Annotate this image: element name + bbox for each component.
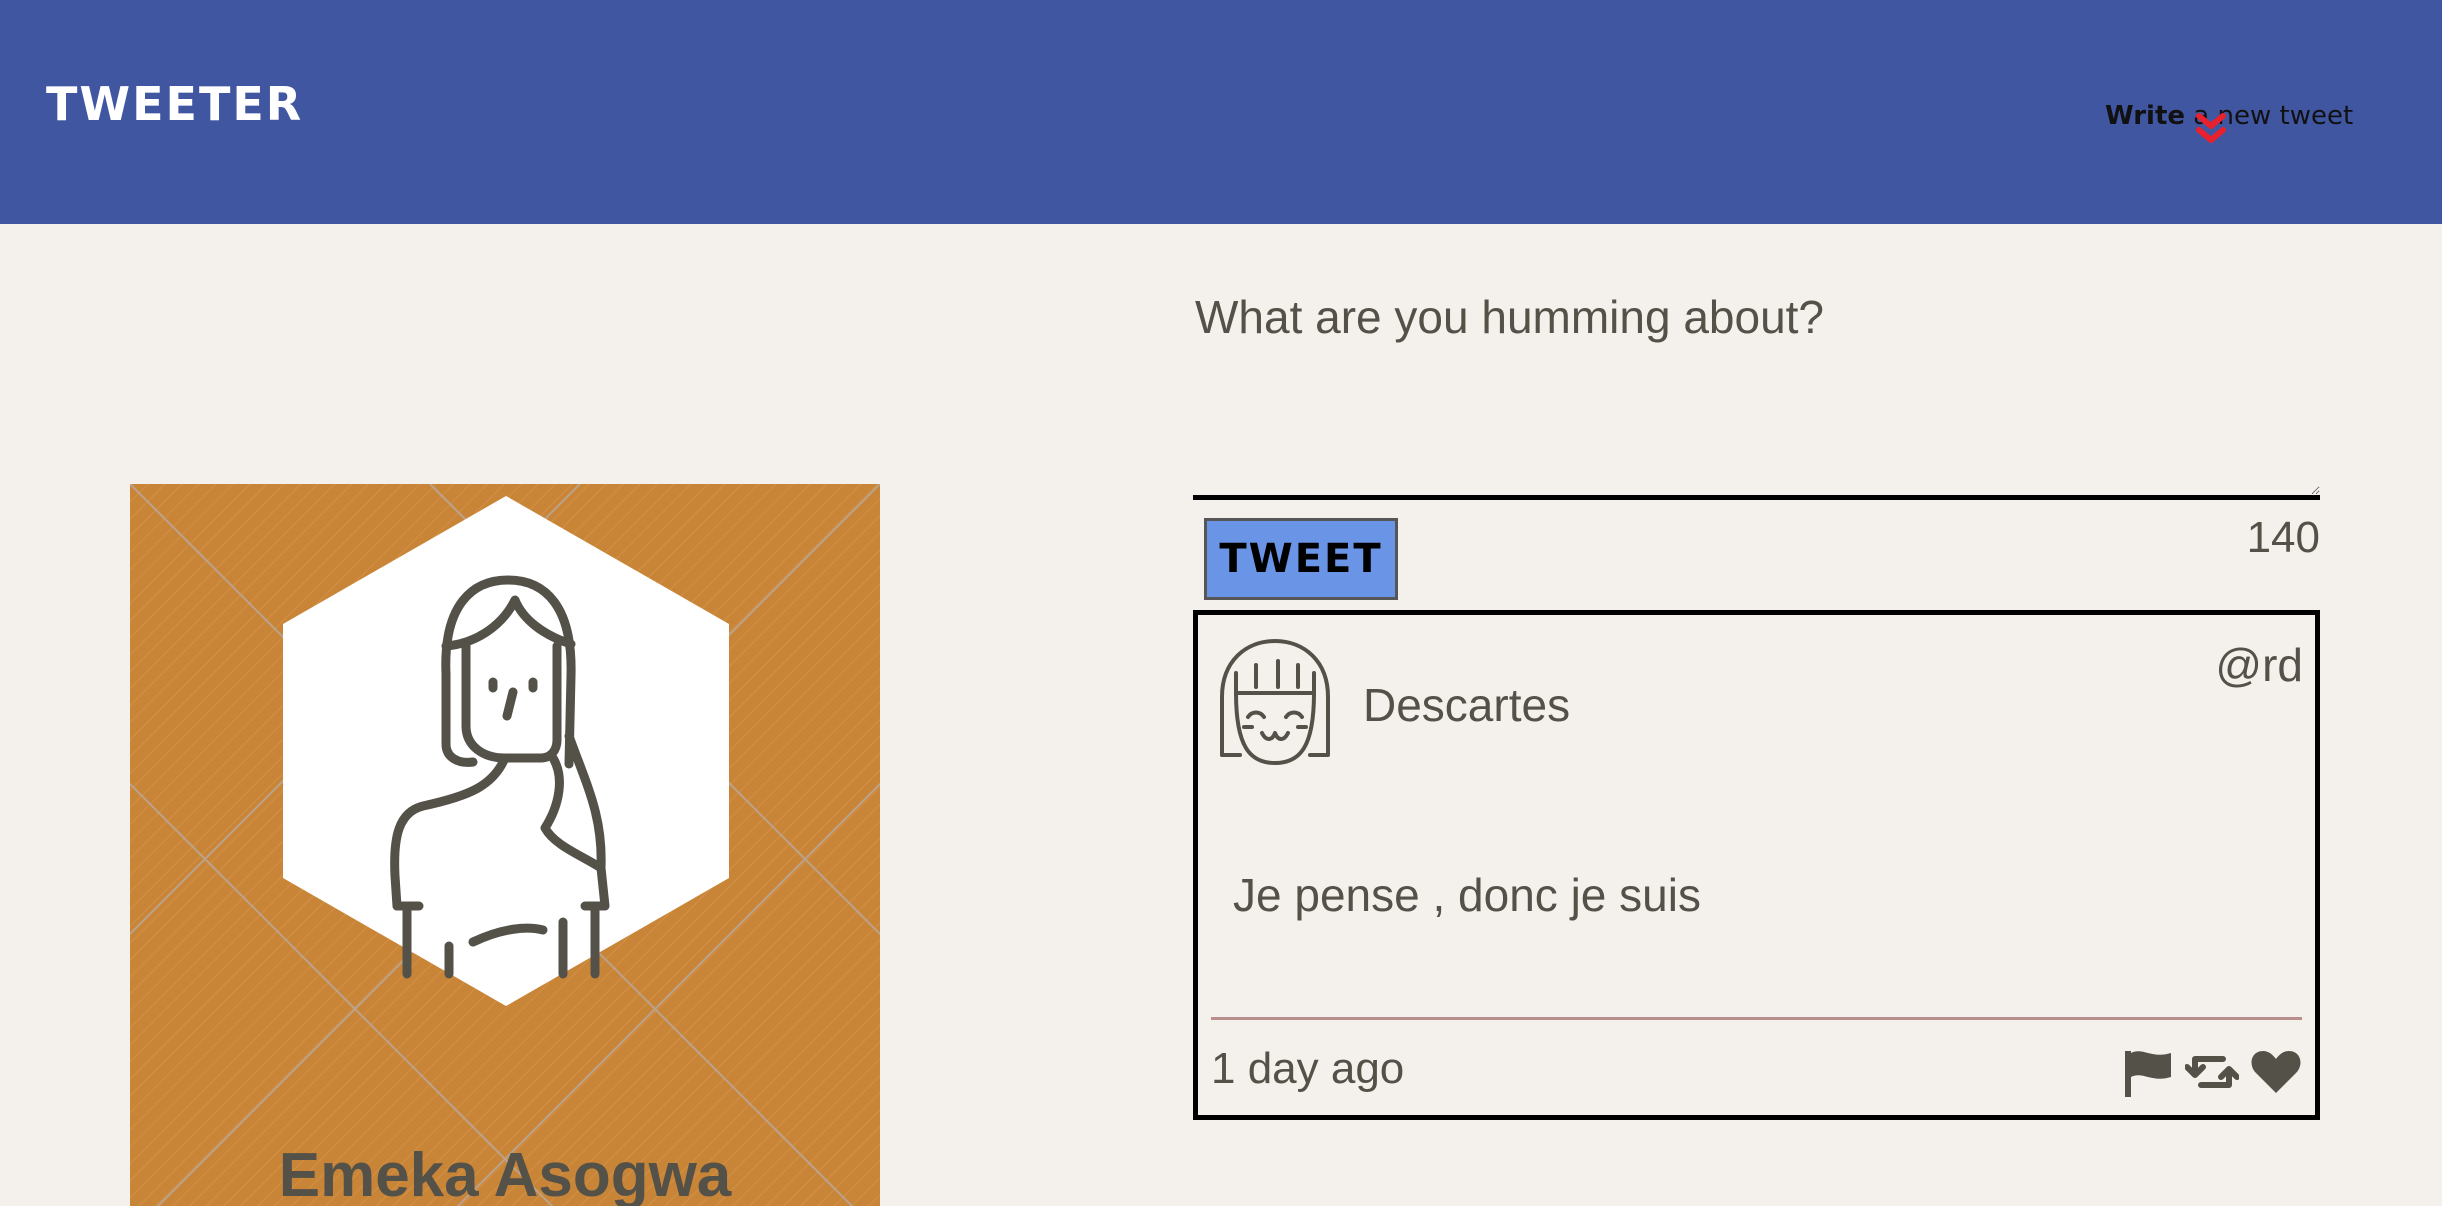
- write-new-tweet-toggle[interactable]: Write a new tweet: [2105, 98, 2353, 143]
- brand-logo[interactable]: TWEETER: [46, 76, 303, 132]
- tweet-divider: [1211, 1017, 2302, 1020]
- profile-name: Emeka Asogwa: [278, 1141, 732, 1206]
- profile-card: Emeka Asogwa: [130, 484, 880, 1206]
- character-counter: 140: [2246, 513, 2320, 562]
- tweet-content: Je pense , donc je suis: [1233, 869, 1701, 921]
- tweet-actions: [2121, 1047, 2303, 1097]
- tweet-author-handle: @rd: [2215, 639, 2303, 691]
- tweet-author-name: Descartes: [1363, 679, 1571, 731]
- tweet-card: Descartes @rd Je pense , donc je suis 1 …: [1193, 610, 2320, 1120]
- top-nav: TWEETER Write a new tweet: [0, 0, 2442, 224]
- heart-icon[interactable]: [2249, 1047, 2303, 1097]
- person-avatar-icon: [283, 496, 729, 1006]
- tweet-button[interactable]: TWEET: [1204, 518, 1398, 600]
- compose-section: TWEET 140: [1193, 270, 2320, 600]
- flag-icon[interactable]: [2121, 1047, 2175, 1097]
- smiling-person-avatar-icon: [1220, 639, 1330, 765]
- compose-toggle-strong: Write: [2105, 101, 2186, 131]
- chevron-double-down-icon[interactable]: [2193, 110, 2229, 150]
- tweet-input[interactable]: [1193, 270, 2320, 500]
- tweet-timestamp: 1 day ago: [1211, 1044, 1405, 1093]
- retweet-icon[interactable]: [2185, 1047, 2239, 1097]
